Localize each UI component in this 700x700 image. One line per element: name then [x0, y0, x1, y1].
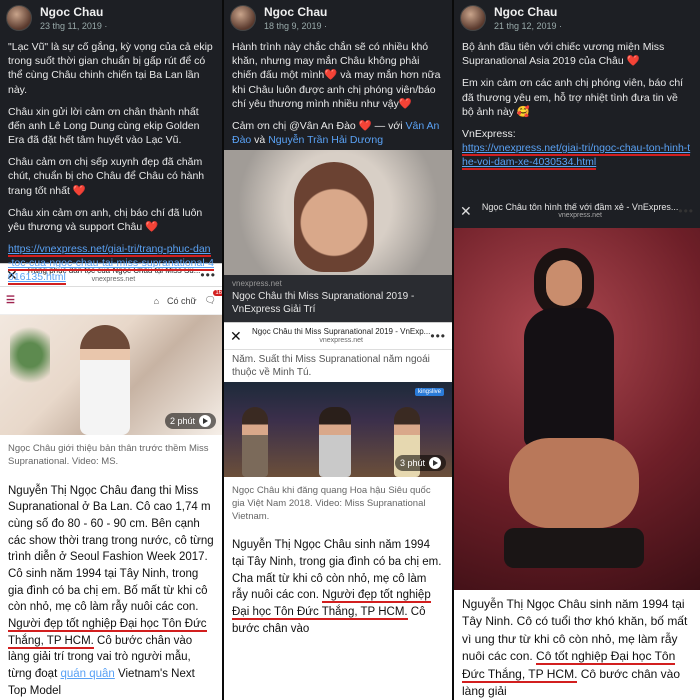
text-size-button[interactable]: Có chữ [167, 296, 197, 306]
post-paragraph: Châu cảm ơn chị sếp xuynh đẹp đã chăm ch… [8, 156, 205, 197]
post-paragraph: Châu xin cảm ơn anh, chị báo chí đã luôn… [8, 206, 203, 233]
plant-image [10, 320, 50, 390]
article-link[interactable]: https://vnexpress.net/giai-tri/ngoc-chau… [462, 142, 691, 171]
article-link[interactable]: https://vnexpress.net/giai-tri/trang-phu… [8, 243, 215, 286]
video-caption: Ngọc Châu giới thiệu bản thân trước thềm… [8, 443, 209, 467]
inline-link[interactable]: quán quân [60, 668, 114, 680]
link-preview-image[interactable] [224, 150, 452, 275]
article-video[interactable]: kingslive 3 phút [224, 382, 452, 477]
facebook-post: Ngoc Chau 18 thg 9, 2019 · Hành trình nà… [224, 0, 452, 150]
facebook-post-column-3: Ngoc Chau 21 thg 12, 2019 · Bộ ảnh đầu t… [452, 0, 700, 700]
tagged-user[interactable]: Nguyễn Trần Hải Dương [268, 134, 383, 146]
link-title: Ngọc Châu thi Miss Supranational 2019 - … [232, 291, 415, 315]
duration-label: 2 phút [169, 416, 195, 426]
facebook-post-column-1: Ngoc Chau 23 thg 11, 2019 · "Lạc Vũ" là … [0, 0, 222, 700]
menu-icon[interactable]: ☰ [6, 295, 15, 306]
play-icon[interactable] [199, 415, 211, 427]
article-text: Nguyễn Thị Ngọc Châu đang thi Miss Supra… [8, 484, 214, 614]
post-body: "Lạc Vũ" là sự cố gắng, kỳ vọng của cả e… [0, 36, 222, 297]
video-caption: Ngọc Châu khi đăng quang Hoa hậu Siêu qu… [232, 485, 431, 522]
post-paragraph: Bộ ảnh đầu tiên với chiếc vương miện Mis… [462, 41, 665, 68]
close-icon[interactable]: ✕ [230, 328, 244, 345]
post-date[interactable]: 23 thg 11, 2019 · [40, 21, 107, 31]
model-image [494, 248, 644, 578]
article-snippet: Năm. Suất thi Miss Supranational năm ngo… [232, 354, 430, 378]
post-paragraph: Châu xin gửi lời cảm ơn chân thành nhất … [8, 105, 200, 147]
link-domain: vnexpress.net [232, 279, 282, 288]
post-paragraph: Cảm ơn chị @Vân An Đào ❤️ — với Vân An Đ… [232, 119, 444, 147]
in-app-browser-bar: ✕ Ngọc Châu thi Miss Supranational 2019 … [224, 322, 452, 350]
post-text: Cảm ơn chị @Vân An Đào ❤️ — với [232, 119, 406, 132]
facebook-post: Ngoc Chau 23 thg 11, 2019 · "Lạc Vũ" là … [0, 0, 222, 286]
avatar[interactable] [460, 5, 486, 31]
browser-page-title: Ngọc Châu tôn hình thể với đầm xẻ - VnEx… [481, 202, 679, 212]
article-paragraph: Nguyễn Thị Ngọc Châu sinh năm 1994 tại T… [454, 590, 700, 700]
post-date[interactable]: 18 thg 9, 2019 · [264, 21, 327, 31]
person-image [319, 407, 351, 477]
avatar[interactable] [6, 5, 32, 31]
news-article: ☰ ⌂ Có chữ 🗨 16 2 phút Ngọc Châu giới thi… [0, 287, 222, 700]
home-icon[interactable]: ⌂ [154, 296, 159, 306]
article-paragraph: Nguyễn Thị Ngọc Châu đang thi Miss Supra… [0, 477, 222, 700]
link-preview[interactable]: vnexpress.net Ngọc Châu thi Miss Suprana… [224, 275, 452, 322]
post-header: Ngoc Chau 23 thg 11, 2019 · [0, 0, 222, 36]
more-options-icon[interactable]: ••• [678, 204, 694, 218]
video-duration[interactable]: 3 phút [394, 455, 446, 471]
author-name[interactable]: Ngoc Chau [264, 5, 327, 19]
post-header: Ngoc Chau 18 thg 9, 2019 · [224, 0, 452, 36]
post-text: và [251, 134, 269, 147]
live-badge: kingslive [414, 388, 444, 396]
post-paragraph: "Lạc Vũ" là sự cố gắng, kỳ vọng của cả e… [8, 41, 213, 96]
more-options-icon[interactable]: ••• [430, 329, 446, 343]
browser-domain: vnexpress.net [319, 336, 363, 344]
post-paragraph: Em xin cảm ơn các anh chị phóng viên, bá… [462, 77, 684, 118]
post-header: Ngoc Chau 21 thg 12, 2019 · [454, 0, 700, 36]
close-icon[interactable]: ✕ [460, 203, 474, 220]
post-body: Bộ ảnh đầu tiên với chiếc vương miện Mis… [454, 36, 700, 181]
screenshot-collage: Ngoc Chau 23 thg 11, 2019 · "Lạc Vũ" là … [0, 0, 700, 700]
post-body: Hành trình này chắc chắn sẽ có nhiều khó… [224, 36, 452, 159]
browser-domain: vnexpress.net [558, 212, 602, 220]
post-paragraph: Hành trình này chắc chắn sẽ có nhiều khó… [232, 41, 441, 110]
person-image [242, 407, 268, 477]
article-photo[interactable] [454, 228, 700, 590]
notification-icon[interactable]: 🗨 16 [205, 290, 222, 306]
author-name[interactable]: Ngoc Chau [40, 5, 107, 19]
article-video[interactable]: 2 phút [0, 315, 222, 435]
news-article: Năm. Suất thi Miss Supranational năm ngo… [224, 350, 452, 700]
video-duration[interactable]: 2 phút [164, 413, 216, 429]
author-name[interactable]: Ngoc Chau [494, 5, 562, 19]
in-app-browser-bar: ✕ Ngọc Châu tôn hình thể với đầm xẻ - Vn… [454, 194, 700, 228]
news-article: Nguyễn Thị Ngọc Châu sinh năm 1994 tại T… [454, 590, 700, 700]
facebook-post: Ngoc Chau 21 thg 12, 2019 · Bộ ảnh đầu t… [454, 0, 700, 194]
article-paragraph: Nguyễn Thị Ngọc Châu sinh năm 1994 tại T… [224, 531, 452, 643]
notification-count: 16 [213, 290, 222, 296]
facebook-post-column-2: Ngoc Chau 18 thg 9, 2019 · Hành trình nà… [222, 0, 452, 700]
browser-page-title: Ngọc Châu thi Miss Supranational 2019 - … [252, 328, 431, 337]
link-label: VnExpress: [462, 127, 516, 140]
play-icon[interactable] [429, 457, 441, 469]
post-date[interactable]: 21 thg 12, 2019 · [494, 21, 562, 31]
person-image [80, 325, 130, 435]
article-topbar: ☰ ⌂ Có chữ 🗨 16 [0, 287, 222, 315]
portrait-image [294, 162, 374, 272]
avatar[interactable] [230, 5, 256, 31]
duration-label: 3 phút [399, 458, 425, 468]
